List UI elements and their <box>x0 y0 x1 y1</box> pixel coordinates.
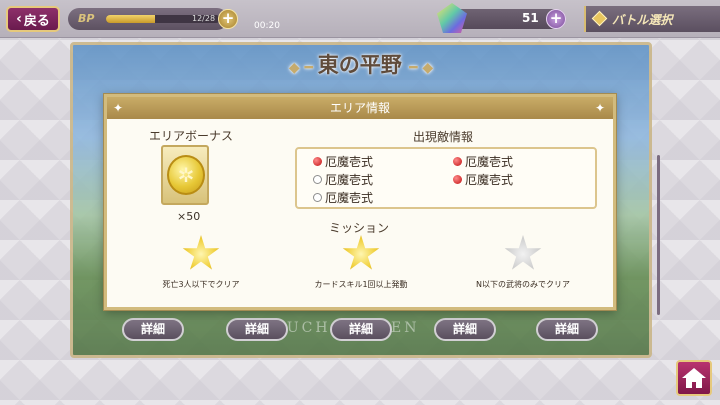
enemy-title: 出現敵情報 <box>413 130 474 144</box>
mission-label: カードスキル1回以上発動 <box>314 280 408 289</box>
mission-item: N以下の武将のみでクリア <box>453 235 593 290</box>
battle-select-label: バトル選択 <box>612 12 673 27</box>
gem-count: 51 <box>522 11 539 25</box>
battle-select-button[interactable]: バトル選択 <box>584 6 720 32</box>
back-button[interactable]: ‹ 戻る <box>6 6 60 32</box>
status-dot-icon <box>453 157 462 166</box>
back-label: 戻る <box>23 13 50 29</box>
gem-plus-button[interactable]: + <box>546 9 566 29</box>
bp-plus-button[interactable]: + <box>218 9 238 29</box>
status-dot-icon <box>313 193 322 202</box>
detail-buttons-row: 詳細 詳細 詳細 詳細 詳細 <box>120 318 600 342</box>
chevron-left-icon: ‹ <box>16 11 22 27</box>
area-info-modal: エリア情報 ✦ ✦ エリアボーナス ✲ ×50 出現敵情報 厄魔壱式 厄魔壱式 … <box>104 94 616 310</box>
coin-icon: ✲ <box>167 155 205 195</box>
bp-count: 12/28 <box>192 14 216 23</box>
status-dot-icon <box>313 157 322 166</box>
mission-item: カードスキル1回以上発動 <box>291 235 431 290</box>
mission-label: N以下の武将のみでクリア <box>476 280 570 289</box>
enemy-name: 厄魔壱式 <box>325 155 374 169</box>
enemy-item: 厄魔壱式 <box>313 171 373 188</box>
enemy-item: 厄魔壱式 <box>313 153 373 170</box>
mission-title: ミッション <box>329 221 390 235</box>
map-title-text: 東の平野 <box>317 52 402 77</box>
star-icon <box>182 235 220 270</box>
bp-fill <box>106 15 156 23</box>
modal-header: エリア情報 <box>107 97 613 119</box>
bp-gauge: BP 12/28 00:20 <box>68 8 280 31</box>
enemy-list: 厄魔壱式 厄魔壱式 厄魔壱式 厄魔壱式 厄魔壱式 <box>295 147 597 209</box>
corner-ornament-icon: ✦ <box>595 101 606 115</box>
detail-button[interactable]: 詳細 <box>226 318 288 341</box>
enemy-item: 厄魔壱式 <box>313 189 373 206</box>
mission-label: 死亡3人以下でクリア <box>162 280 240 289</box>
status-dot-icon <box>313 175 322 184</box>
status-dot-icon <box>453 175 462 184</box>
enemy-item: 厄魔壱式 <box>453 171 513 188</box>
enemy-name: 厄魔壱式 <box>465 173 514 187</box>
detail-button[interactable]: 詳細 <box>434 318 496 341</box>
detail-button[interactable]: 詳細 <box>122 318 184 341</box>
enemy-name: 厄魔壱式 <box>325 191 374 205</box>
top-bar: ‹ 戻る BP 12/28 00:20 + 51 + バトル選択 <box>0 0 720 38</box>
detail-button[interactable]: 詳細 <box>330 318 392 341</box>
corner-ornament-icon: ✦ <box>113 101 124 115</box>
title-ornament-right-icon: ━ ◆ <box>409 60 434 76</box>
enemy-name: 厄魔壱式 <box>465 155 514 169</box>
enemy-name: 厄魔壱式 <box>325 173 374 187</box>
diamond-icon <box>591 10 608 27</box>
title-ornament-left-icon: ◆ ━ <box>288 60 318 76</box>
home-icon <box>682 368 706 388</box>
bonus-count: ×50 <box>177 210 201 223</box>
enemy-item: 厄魔壱式 <box>453 153 513 170</box>
mission-item: 死亡3人以下でクリア <box>131 235 271 290</box>
bonus-title: エリアボーナス <box>149 129 234 143</box>
bp-label: BP <box>78 12 95 25</box>
bonus-item-box: ✲ <box>161 145 209 205</box>
scrollbar[interactable] <box>657 155 660 315</box>
home-button[interactable] <box>676 360 712 396</box>
star-icon <box>504 235 542 270</box>
bp-timer: 00:20 <box>254 21 280 31</box>
map-title: ◆ ━ 東の平野 ━ ◆ <box>73 49 649 79</box>
star-icon <box>342 235 380 270</box>
detail-button[interactable]: 詳細 <box>536 318 598 341</box>
